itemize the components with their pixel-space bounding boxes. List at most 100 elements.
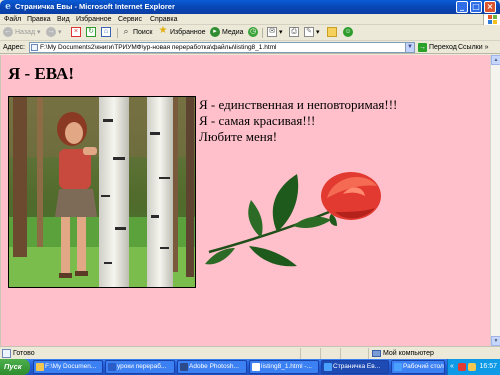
tray-volume-icon[interactable]: [468, 363, 476, 371]
word-icon: [108, 363, 116, 371]
history-button[interactable]: ◷: [248, 27, 260, 39]
browser-window: e Страничка Евы - Microsoft Internet Exp…: [0, 0, 500, 359]
task-label: Adobe Photosh...: [189, 363, 239, 370]
links-label: Ссылки: [458, 44, 483, 51]
address-input[interactable]: F:\My Documents2\книги\ТРИУМФ\ур-новая п…: [29, 42, 415, 53]
title-bar[interactable]: e Страничка Евы - Microsoft Internet Exp…: [0, 0, 500, 14]
taskbar: Пуск F:\My Documen... уроки перераб... A…: [0, 359, 500, 375]
media-icon: ▸: [210, 27, 220, 38]
page-viewport: Я - ЕВА! Я - единственная и неповторимая…: [0, 55, 490, 346]
page-heading: Я - ЕВА!: [8, 64, 74, 83]
media-button[interactable]: ▸ Медиа: [210, 27, 244, 39]
back-button[interactable]: ← Назад ▾: [3, 27, 41, 39]
start-button[interactable]: Пуск: [0, 359, 30, 375]
favorites-label: Избранное: [170, 29, 206, 36]
notepad-icon: [252, 363, 260, 371]
taskbar-item-word[interactable]: уроки перераб...: [105, 360, 175, 374]
start-label: Пуск: [4, 362, 22, 371]
task-label: Рабочий стол: [403, 363, 444, 370]
task-label: listing8_1.html -...: [261, 363, 312, 370]
print-icon: ⎙: [289, 27, 299, 38]
window-title: Страничка Евы - Microsoft Internet Explo…: [15, 2, 175, 11]
messenger-icon: ☺: [343, 27, 353, 38]
desktop-icon: [394, 363, 402, 371]
status-divider: [300, 348, 301, 359]
discuss-button[interactable]: [327, 27, 339, 39]
go-button[interactable]: → Переход: [418, 42, 457, 53]
task-label: Страничка Ев...: [333, 363, 381, 370]
status-divider: [368, 348, 369, 359]
mail-button[interactable]: ✉ ▾: [267, 27, 283, 39]
status-divider: [320, 348, 321, 359]
menu-view[interactable]: Вид: [57, 15, 70, 24]
scroll-down-button[interactable]: ▼: [491, 336, 500, 346]
taskbar-item-notepad[interactable]: listing8_1.html -...: [249, 360, 319, 374]
taskbar-item-desktop[interactable]: Рабочий стол: [391, 360, 445, 374]
history-icon: ◷: [248, 27, 258, 38]
links-button[interactable]: Ссылки »: [458, 42, 489, 53]
search-label: Поиск: [133, 29, 153, 36]
close-button[interactable]: ×: [484, 1, 496, 13]
minimize-button[interactable]: _: [456, 1, 468, 13]
status-bar: Готово Мой компьютер: [0, 346, 500, 359]
menu-bar: Файл Правка Вид Избранное Сервис Справка: [0, 14, 500, 25]
vertical-scrollbar[interactable]: ▲ ▼: [490, 55, 500, 346]
favorites-button[interactable]: ★ Избранное: [158, 25, 206, 39]
clock[interactable]: 16:57: [479, 359, 497, 375]
text-line: Я - единственная и неповторимая!!!: [199, 97, 398, 112]
menu-favorites[interactable]: Избранное: [76, 15, 111, 24]
search-button[interactable]: ⌕ Поиск: [121, 27, 152, 39]
folder-icon: [327, 27, 337, 38]
menu-help[interactable]: Справка: [150, 15, 177, 24]
back-dropdown-icon[interactable]: ▾: [35, 29, 41, 36]
photo-girl-birch-trees: [8, 96, 196, 288]
system-tray: « 16:57: [447, 359, 500, 375]
menu-file[interactable]: Файл: [4, 15, 21, 24]
taskbar-item-explorer[interactable]: F:\My Documen...: [33, 360, 103, 374]
menu-tools[interactable]: Сервис: [118, 15, 142, 24]
intro-text: Я - единственная и неповторимая!!! Я - с…: [199, 97, 397, 145]
status-divider: [340, 348, 341, 359]
address-label: Адрес:: [3, 44, 25, 51]
page-status-icon: [2, 349, 11, 358]
home-button[interactable]: ⌂: [101, 27, 113, 39]
taskbar-item-photoshop[interactable]: Adobe Photosh...: [177, 360, 247, 374]
messenger-button[interactable]: ☺: [343, 27, 355, 39]
links-chevron-icon: »: [482, 44, 489, 51]
stop-icon: ×: [71, 27, 81, 38]
page-icon: [31, 44, 38, 51]
scroll-up-button[interactable]: ▲: [491, 55, 500, 65]
toolbar-separator: [262, 28, 263, 38]
star-icon: ★: [158, 25, 168, 37]
maximize-button[interactable]: □: [470, 1, 482, 13]
edit-button[interactable]: ✎ ▾: [304, 27, 320, 39]
print-button[interactable]: ⎙: [289, 27, 301, 39]
internet-explorer-icon[interactable]: e: [3, 2, 13, 12]
security-zone: Мой компьютер: [372, 348, 434, 359]
address-bar: Адрес: F:\My Documents2\книги\ТРИУМФ\ур-…: [0, 41, 500, 54]
menu-edit[interactable]: Правка: [27, 15, 51, 24]
red-rose-image: [205, 172, 381, 267]
mail-dropdown-icon[interactable]: ▾: [279, 29, 283, 36]
task-label: F:\My Documen...: [45, 363, 97, 370]
photoshop-icon: [180, 363, 188, 371]
internet-explorer-icon: [324, 363, 332, 371]
tray-app-icon[interactable]: [458, 363, 466, 371]
toolbar-separator: [117, 28, 118, 38]
edit-dropdown-icon[interactable]: ▾: [316, 29, 320, 36]
my-computer-icon: [372, 349, 381, 357]
mail-icon: ✉: [267, 27, 277, 38]
go-label: Переход: [429, 44, 457, 51]
refresh-icon: ↻: [86, 27, 96, 38]
refresh-button[interactable]: ↻: [86, 27, 98, 39]
taskbar-item-browser[interactable]: Страничка Ев...: [321, 360, 389, 374]
photo-image: [9, 97, 195, 287]
tray-expand-icon[interactable]: «: [450, 359, 454, 375]
stop-button[interactable]: ×: [71, 27, 83, 39]
forward-button[interactable]: → ▾: [46, 27, 62, 39]
task-label: уроки перераб...: [117, 363, 167, 370]
address-url: F:\My Documents2\книги\ТРИУМФ\ур-новая п…: [40, 44, 277, 51]
forward-dropdown-icon[interactable]: ▾: [58, 29, 62, 36]
address-dropdown-button[interactable]: ▼: [405, 42, 415, 53]
search-icon: ⌕: [123, 26, 129, 37]
